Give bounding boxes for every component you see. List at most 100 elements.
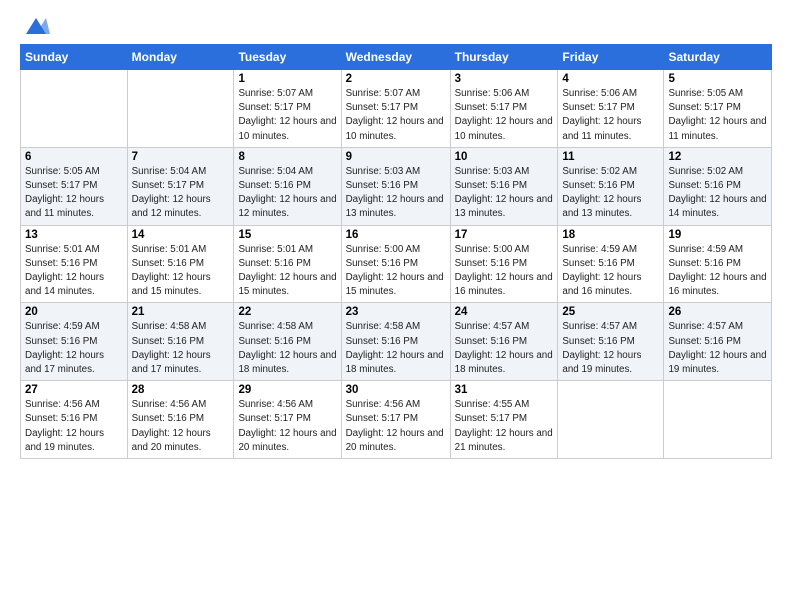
calendar-cell <box>664 381 772 459</box>
day-number: 25 <box>562 306 659 318</box>
calendar-cell: 23 Sunrise: 4:58 AM Sunset: 5:16 PM Dayli… <box>341 303 450 381</box>
day-info: Sunrise: 4:57 AM Sunset: 5:16 PM Dayligh… <box>455 320 554 377</box>
calendar-cell: 2Sunrise: 5:07 AM Sunset: 5:17 PM Daylig… <box>341 70 450 148</box>
day-info: Sunrise: 4:59 AM Sunset: 5:16 PM Dayligh… <box>668 243 767 300</box>
calendar-week-row: 13 Sunrise: 5:01 AM Sunset: 5:16 PM Dayli… <box>21 225 772 303</box>
day-info: Sunrise: 5:07 AM Sunset: 5:17 PM Dayligh… <box>238 87 336 144</box>
day-number: 30 <box>346 384 446 396</box>
calendar-cell: 20 Sunrise: 4:59 AM Sunset: 5:16 PM Dayli… <box>21 303 128 381</box>
day-info: Sunrise: 5:01 AM Sunset: 5:16 PM Dayligh… <box>238 243 336 300</box>
calendar-cell: 30 Sunrise: 4:56 AM Sunset: 5:17 PM Dayli… <box>341 381 450 459</box>
calendar-cell: 25 Sunrise: 4:57 AM Sunset: 5:16 PM Dayli… <box>558 303 664 381</box>
day-number: 8 <box>238 151 336 163</box>
day-info: Sunrise: 5:01 AM Sunset: 5:16 PM Dayligh… <box>25 243 123 300</box>
calendar-body: 1 Sunrise: 5:07 AM Sunset: 5:17 PM Daylig… <box>21 70 772 459</box>
calendar-cell: 22Sunrise: 4:58 AM Sunset: 5:16 PM Dayli… <box>234 303 341 381</box>
day-number: 5 <box>668 73 767 85</box>
day-info: Sunrise: 4:57 AM Sunset: 5:16 PM Dayligh… <box>668 320 767 377</box>
calendar-cell: 7 Sunrise: 5:04 AM Sunset: 5:17 PM Daylig… <box>127 147 234 225</box>
day-number: 23 <box>346 306 446 318</box>
day-number: 31 <box>455 384 554 396</box>
calendar-cell: 17Sunrise: 5:00 AM Sunset: 5:16 PM Dayli… <box>450 225 558 303</box>
day-number: 11 <box>562 151 659 163</box>
day-number: 12 <box>668 151 767 163</box>
calendar-cell: 4 Sunrise: 5:06 AM Sunset: 5:17 PM Daylig… <box>558 70 664 148</box>
logo-icon <box>22 16 50 38</box>
day-info: Sunrise: 4:55 AM Sunset: 5:17 PM Dayligh… <box>455 398 554 455</box>
day-number: 16 <box>346 229 446 241</box>
calendar-cell: 5 Sunrise: 5:05 AM Sunset: 5:17 PM Daylig… <box>664 70 772 148</box>
calendar-cell: 19 Sunrise: 4:59 AM Sunset: 5:16 PM Dayli… <box>664 225 772 303</box>
day-number: 28 <box>132 384 230 396</box>
calendar-cell <box>21 70 128 148</box>
logo <box>20 16 50 34</box>
day-info: Sunrise: 4:56 AM Sunset: 5:17 PM Dayligh… <box>238 398 336 455</box>
calendar-cell: 31 Sunrise: 4:55 AM Sunset: 5:17 PM Dayli… <box>450 381 558 459</box>
calendar-cell: 16Sunrise: 5:00 AM Sunset: 5:16 PM Dayli… <box>341 225 450 303</box>
calendar-day-header: Thursday <box>450 45 558 70</box>
calendar-cell: 24 Sunrise: 4:57 AM Sunset: 5:16 PM Dayli… <box>450 303 558 381</box>
calendar-cell: 9 Sunrise: 5:03 AM Sunset: 5:16 PM Daylig… <box>341 147 450 225</box>
day-info: Sunrise: 5:05 AM Sunset: 5:17 PM Dayligh… <box>25 165 123 222</box>
day-number: 1 <box>238 73 336 85</box>
day-number: 18 <box>562 229 659 241</box>
calendar-day-header: Wednesday <box>341 45 450 70</box>
day-number: 14 <box>132 229 230 241</box>
day-info: Sunrise: 4:57 AM Sunset: 5:16 PM Dayligh… <box>562 320 659 377</box>
day-info: Sunrise: 4:59 AM Sunset: 5:16 PM Dayligh… <box>25 320 123 377</box>
day-number: 21 <box>132 306 230 318</box>
calendar-day-header: Monday <box>127 45 234 70</box>
day-info: Sunrise: 5:04 AM Sunset: 5:16 PM Dayligh… <box>238 165 336 222</box>
day-info: Sunrise: 5:03 AM Sunset: 5:16 PM Dayligh… <box>346 165 446 222</box>
calendar-cell: 14 Sunrise: 5:01 AM Sunset: 5:16 PM Dayli… <box>127 225 234 303</box>
calendar-cell: 6 Sunrise: 5:05 AM Sunset: 5:17 PM Daylig… <box>21 147 128 225</box>
day-info: Sunrise: 5:04 AM Sunset: 5:17 PM Dayligh… <box>132 165 230 222</box>
day-number: 26 <box>668 306 767 318</box>
day-number: 24 <box>455 306 554 318</box>
calendar-cell: 29Sunrise: 4:56 AM Sunset: 5:17 PM Dayli… <box>234 381 341 459</box>
day-info: Sunrise: 5:06 AM Sunset: 5:17 PM Dayligh… <box>455 87 554 144</box>
calendar-table: SundayMondayTuesdayWednesdayThursdayFrid… <box>20 44 772 459</box>
day-info: Sunrise: 4:58 AM Sunset: 5:16 PM Dayligh… <box>346 320 446 377</box>
day-info: Sunrise: 5:03 AM Sunset: 5:16 PM Dayligh… <box>455 165 554 222</box>
calendar-cell: 15Sunrise: 5:01 AM Sunset: 5:16 PM Dayli… <box>234 225 341 303</box>
calendar-cell: 26 Sunrise: 4:57 AM Sunset: 5:16 PM Dayli… <box>664 303 772 381</box>
calendar-cell: 8 Sunrise: 5:04 AM Sunset: 5:16 PM Daylig… <box>234 147 341 225</box>
day-info: Sunrise: 4:56 AM Sunset: 5:16 PM Dayligh… <box>25 398 123 455</box>
day-number: 13 <box>25 229 123 241</box>
day-info: Sunrise: 5:05 AM Sunset: 5:17 PM Dayligh… <box>668 87 767 144</box>
day-number: 20 <box>25 306 123 318</box>
day-info: Sunrise: 4:58 AM Sunset: 5:16 PM Dayligh… <box>238 320 336 377</box>
day-info: Sunrise: 5:01 AM Sunset: 5:16 PM Dayligh… <box>132 243 230 300</box>
header <box>20 16 772 34</box>
day-info: Sunrise: 4:58 AM Sunset: 5:16 PM Dayligh… <box>132 320 230 377</box>
day-number: 19 <box>668 229 767 241</box>
calendar-day-header: Tuesday <box>234 45 341 70</box>
calendar-cell: 10 Sunrise: 5:03 AM Sunset: 5:16 PM Dayli… <box>450 147 558 225</box>
day-info: Sunrise: 4:56 AM Sunset: 5:17 PM Dayligh… <box>346 398 446 455</box>
calendar-cell: 3 Sunrise: 5:06 AM Sunset: 5:17 PM Daylig… <box>450 70 558 148</box>
calendar-day-header: Friday <box>558 45 664 70</box>
calendar-cell: 11Sunrise: 5:02 AM Sunset: 5:16 PM Dayli… <box>558 147 664 225</box>
calendar-cell <box>127 70 234 148</box>
calendar-week-row: 27 Sunrise: 4:56 AM Sunset: 5:16 PM Dayli… <box>21 381 772 459</box>
day-number: 17 <box>455 229 554 241</box>
calendar-cell: 18 Sunrise: 4:59 AM Sunset: 5:16 PM Dayli… <box>558 225 664 303</box>
day-number: 7 <box>132 151 230 163</box>
calendar-cell: 27 Sunrise: 4:56 AM Sunset: 5:16 PM Dayli… <box>21 381 128 459</box>
calendar-week-row: 20 Sunrise: 4:59 AM Sunset: 5:16 PM Dayli… <box>21 303 772 381</box>
day-number: 2 <box>346 73 446 85</box>
day-number: 3 <box>455 73 554 85</box>
calendar-header-row: SundayMondayTuesdayWednesdayThursdayFrid… <box>21 45 772 70</box>
day-number: 27 <box>25 384 123 396</box>
calendar-cell: 21 Sunrise: 4:58 AM Sunset: 5:16 PM Dayli… <box>127 303 234 381</box>
calendar-day-header: Saturday <box>664 45 772 70</box>
calendar-cell: 13 Sunrise: 5:01 AM Sunset: 5:16 PM Dayli… <box>21 225 128 303</box>
calendar-week-row: 1 Sunrise: 5:07 AM Sunset: 5:17 PM Daylig… <box>21 70 772 148</box>
day-number: 6 <box>25 151 123 163</box>
day-number: 9 <box>346 151 446 163</box>
day-number: 10 <box>455 151 554 163</box>
day-info: Sunrise: 5:06 AM Sunset: 5:17 PM Dayligh… <box>562 87 659 144</box>
day-number: 4 <box>562 73 659 85</box>
day-info: Sunrise: 4:59 AM Sunset: 5:16 PM Dayligh… <box>562 243 659 300</box>
